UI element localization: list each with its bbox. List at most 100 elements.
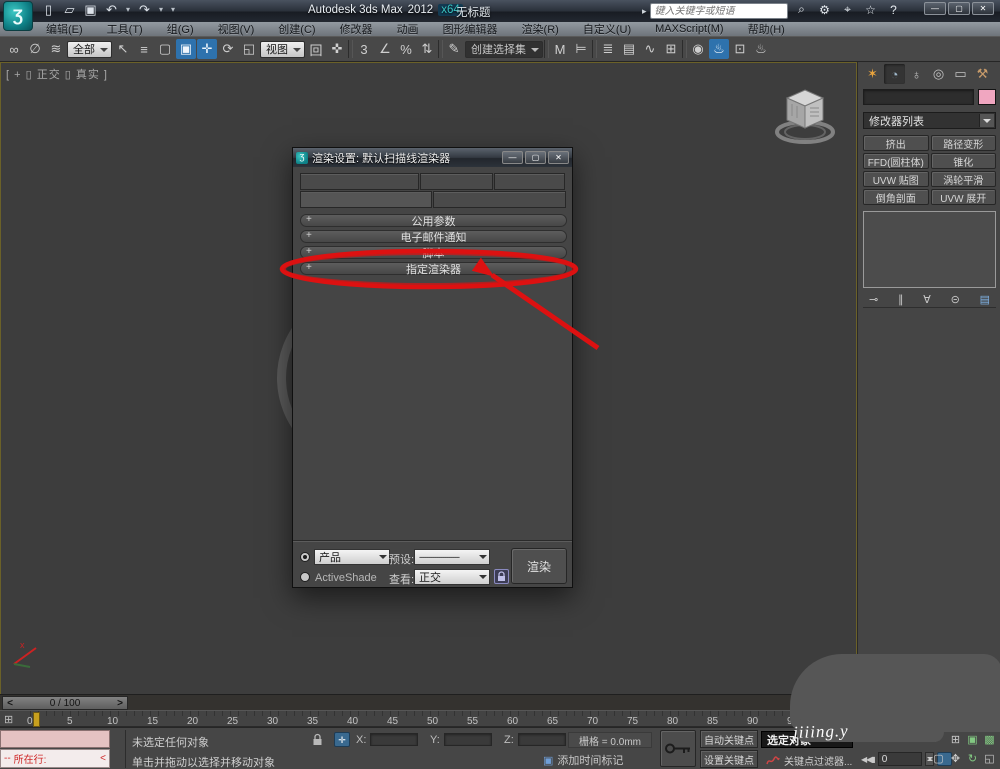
dialog-minimize-button[interactable]: —	[502, 151, 523, 164]
modifier-stack-list[interactable]	[863, 211, 996, 288]
menu-item[interactable]: 视图(V)	[206, 21, 267, 37]
render-mode-dropdown[interactable]: 产品	[314, 549, 390, 565]
maxscript-listener-field[interactable]: -- 所在行: <	[0, 749, 110, 768]
schematic-view-icon[interactable]: ⊞	[661, 39, 681, 59]
dialog-title-bar[interactable]: Ʒ 渲染设置: 默认扫描线渲染器 — ▢ ✕	[293, 148, 572, 167]
expand-plus-icon[interactable]: +	[306, 214, 312, 225]
menu-item[interactable]: MAXScript(M)	[643, 23, 735, 35]
expand-plus-icon[interactable]: +	[306, 262, 312, 273]
menu-item[interactable]: 渲染(R)	[510, 21, 571, 37]
use-pivot-center-icon[interactable]: 回	[306, 39, 326, 59]
separator[interactable]	[348, 40, 353, 58]
menu-item[interactable]: 创建(C)	[266, 21, 327, 37]
spinner-snap-icon[interactable]: ⇅	[417, 39, 437, 59]
rollout-header[interactable]: + 电子邮件通知	[300, 230, 567, 244]
orbit-icon[interactable]: ↻	[964, 749, 981, 768]
viewport-label[interactable]: [ + ▯ 正交 ▯ 真实 ]	[6, 66, 108, 82]
selection-lock-icon[interactable]	[312, 733, 323, 751]
send-feedback-icon[interactable]: ⌖	[840, 2, 855, 17]
pin-stack-icon[interactable]: ⊸	[869, 293, 878, 306]
rollout-header[interactable]: + 脚本	[300, 246, 567, 260]
menu-item[interactable]: 组(G)	[155, 21, 206, 37]
modifier-button[interactable]: 倒角剖面	[863, 189, 929, 205]
save-file-icon[interactable]: ▣	[82, 1, 99, 19]
rollout-header[interactable]: + 公用参数	[300, 214, 567, 228]
absolute-mode-toggle-icon[interactable]: ✛	[334, 732, 350, 747]
unlink-selection-icon[interactable]: ∅	[25, 39, 45, 59]
tab-utilities-icon[interactable]: ⚒	[972, 64, 993, 84]
current-frame-marker[interactable]	[33, 712, 40, 727]
infocenter-search-input[interactable]	[649, 3, 788, 19]
modifier-button[interactable]: FFD(圆柱体)	[863, 153, 929, 169]
redo-icon[interactable]: ↷	[136, 1, 153, 19]
current-frame-field[interactable]: 0	[877, 752, 922, 766]
search-icon[interactable]: ⌕	[794, 2, 809, 17]
go-to-start-icon[interactable]: ◀◀▮	[861, 755, 876, 764]
redo-dropdown-icon[interactable]: ▾	[157, 1, 165, 19]
selection-filter-dropdown[interactable]: 全部	[67, 40, 112, 58]
modifier-list-dropdown[interactable]: 修改器列表	[863, 112, 996, 129]
x-coordinate-field[interactable]	[370, 733, 418, 746]
bind-to-spacewarp-icon[interactable]: ≋	[46, 39, 66, 59]
menu-item[interactable]: 工具(T)	[95, 21, 155, 37]
zoom-extents-icon[interactable]: ▣	[964, 730, 981, 749]
dialog-close-button[interactable]: ✕	[548, 151, 569, 164]
menu-item[interactable]: 图形编辑器	[431, 21, 510, 37]
select-object-icon[interactable]: ↖	[113, 39, 133, 59]
window-crossing-icon[interactable]: ▣	[176, 39, 196, 59]
auto-key-button[interactable]: 自动关键点	[700, 730, 758, 748]
application-menu-logo-icon[interactable]: Ʒ	[3, 1, 33, 31]
render-button[interactable]: 渲染	[511, 548, 567, 584]
view-dropdown[interactable]: 正交	[414, 569, 490, 585]
preset-dropdown[interactable]: --------------------	[414, 549, 490, 565]
undo-dropdown-icon[interactable]: ▾	[124, 1, 132, 19]
previous-frame-icon[interactable]: <	[3, 698, 17, 709]
graphite-ribbon-icon[interactable]: ▤	[619, 39, 639, 59]
percent-snap-icon[interactable]: %	[396, 39, 416, 59]
tab-create-icon[interactable]: ✶	[862, 64, 883, 84]
align-icon[interactable]: ⊨	[571, 39, 591, 59]
separator[interactable]	[544, 40, 549, 58]
modifier-button[interactable]: UVW 贴图	[863, 171, 929, 187]
chevron-down-icon[interactable]	[979, 114, 994, 127]
separator[interactable]	[438, 40, 443, 58]
modifier-button[interactable]: 锥化	[930, 153, 996, 169]
snap-toggle-3d-icon[interactable]: 3	[354, 39, 374, 59]
rendered-frame-window-icon[interactable]: ⊡	[730, 39, 750, 59]
expand-plus-icon[interactable]: +	[306, 246, 312, 257]
tab-motion-icon[interactable]: ◎	[928, 64, 949, 84]
modifier-button[interactable]: UVW 展开	[930, 189, 996, 205]
dialog-tab[interactable]	[433, 191, 566, 208]
maximize-button[interactable]: ▢	[948, 2, 970, 15]
dialog-tab[interactable]	[300, 173, 419, 190]
mirror-icon[interactable]: M	[550, 39, 570, 59]
select-and-manipulate-icon[interactable]: ✜	[327, 39, 347, 59]
modifier-button[interactable]: 路径变形	[930, 135, 996, 151]
key-filters-button[interactable]: 关键点过滤器...	[766, 753, 852, 768]
dialog-maximize-button[interactable]: ▢	[525, 151, 546, 164]
viewcube[interactable]	[765, 84, 845, 150]
reference-coordinate-dropdown[interactable]: 视图	[260, 40, 305, 58]
edit-named-sets-icon[interactable]: ✎	[444, 39, 464, 59]
select-and-rotate-icon[interactable]: ⟳	[218, 39, 238, 59]
show-end-result-icon[interactable]: ∥	[898, 293, 904, 306]
render-production-icon[interactable]: ♨	[751, 39, 771, 59]
make-unique-icon[interactable]: ∀	[923, 293, 931, 306]
tab-hierarchy-icon[interactable]: ♁	[906, 64, 927, 84]
select-by-name-icon[interactable]: ≡	[134, 39, 154, 59]
menu-item[interactable]: 动画	[385, 21, 431, 37]
next-frame-icon[interactable]: >	[113, 698, 127, 709]
favorites-icon[interactable]: ☆	[863, 3, 878, 17]
time-slider-track[interactable]: < 0 / 100 >	[0, 694, 857, 710]
communication-center-icon[interactable]: ⚙	[817, 3, 832, 17]
production-radio[interactable]	[300, 552, 310, 562]
separator[interactable]	[592, 40, 597, 58]
render-setup-icon[interactable]: ♨	[709, 39, 729, 59]
tab-modify-icon[interactable]: ◔	[884, 64, 905, 84]
pan-view-icon[interactable]: ✥	[947, 749, 964, 768]
zoom-extents-all-icon[interactable]: ▩	[981, 730, 998, 749]
dialog-tab[interactable]	[420, 173, 493, 190]
y-coordinate-field[interactable]	[444, 733, 492, 746]
minimize-button[interactable]: —	[924, 2, 946, 15]
open-file-icon[interactable]: ▱	[61, 1, 78, 19]
